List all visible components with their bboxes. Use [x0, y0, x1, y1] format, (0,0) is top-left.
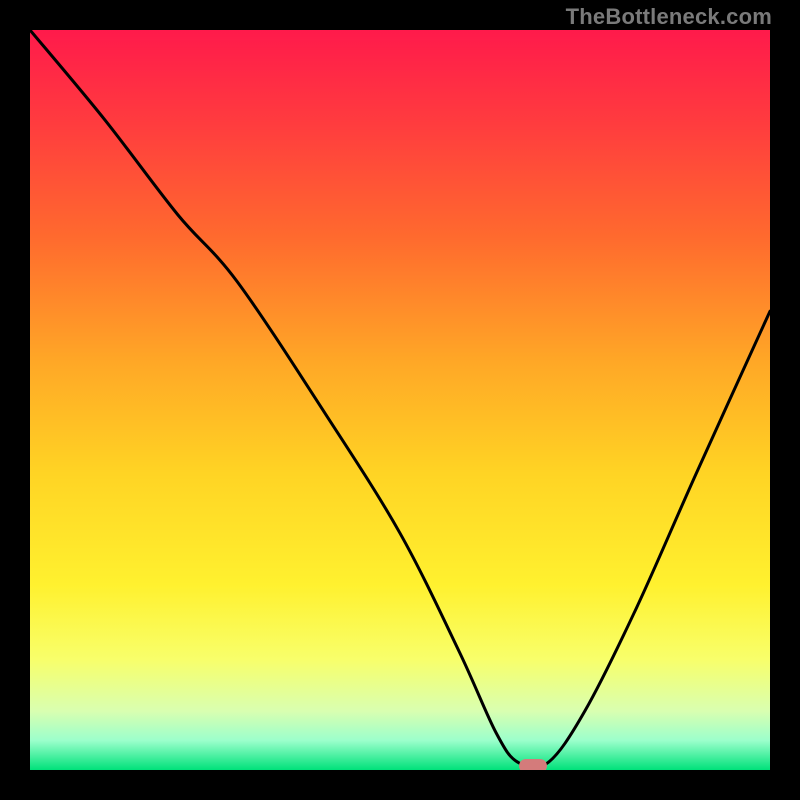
watermark-text: TheBottleneck.com	[566, 4, 772, 30]
bottleneck-curve	[30, 30, 770, 770]
chart-frame: TheBottleneck.com	[0, 0, 800, 800]
plot-area	[30, 30, 770, 770]
optimal-marker	[519, 759, 547, 770]
